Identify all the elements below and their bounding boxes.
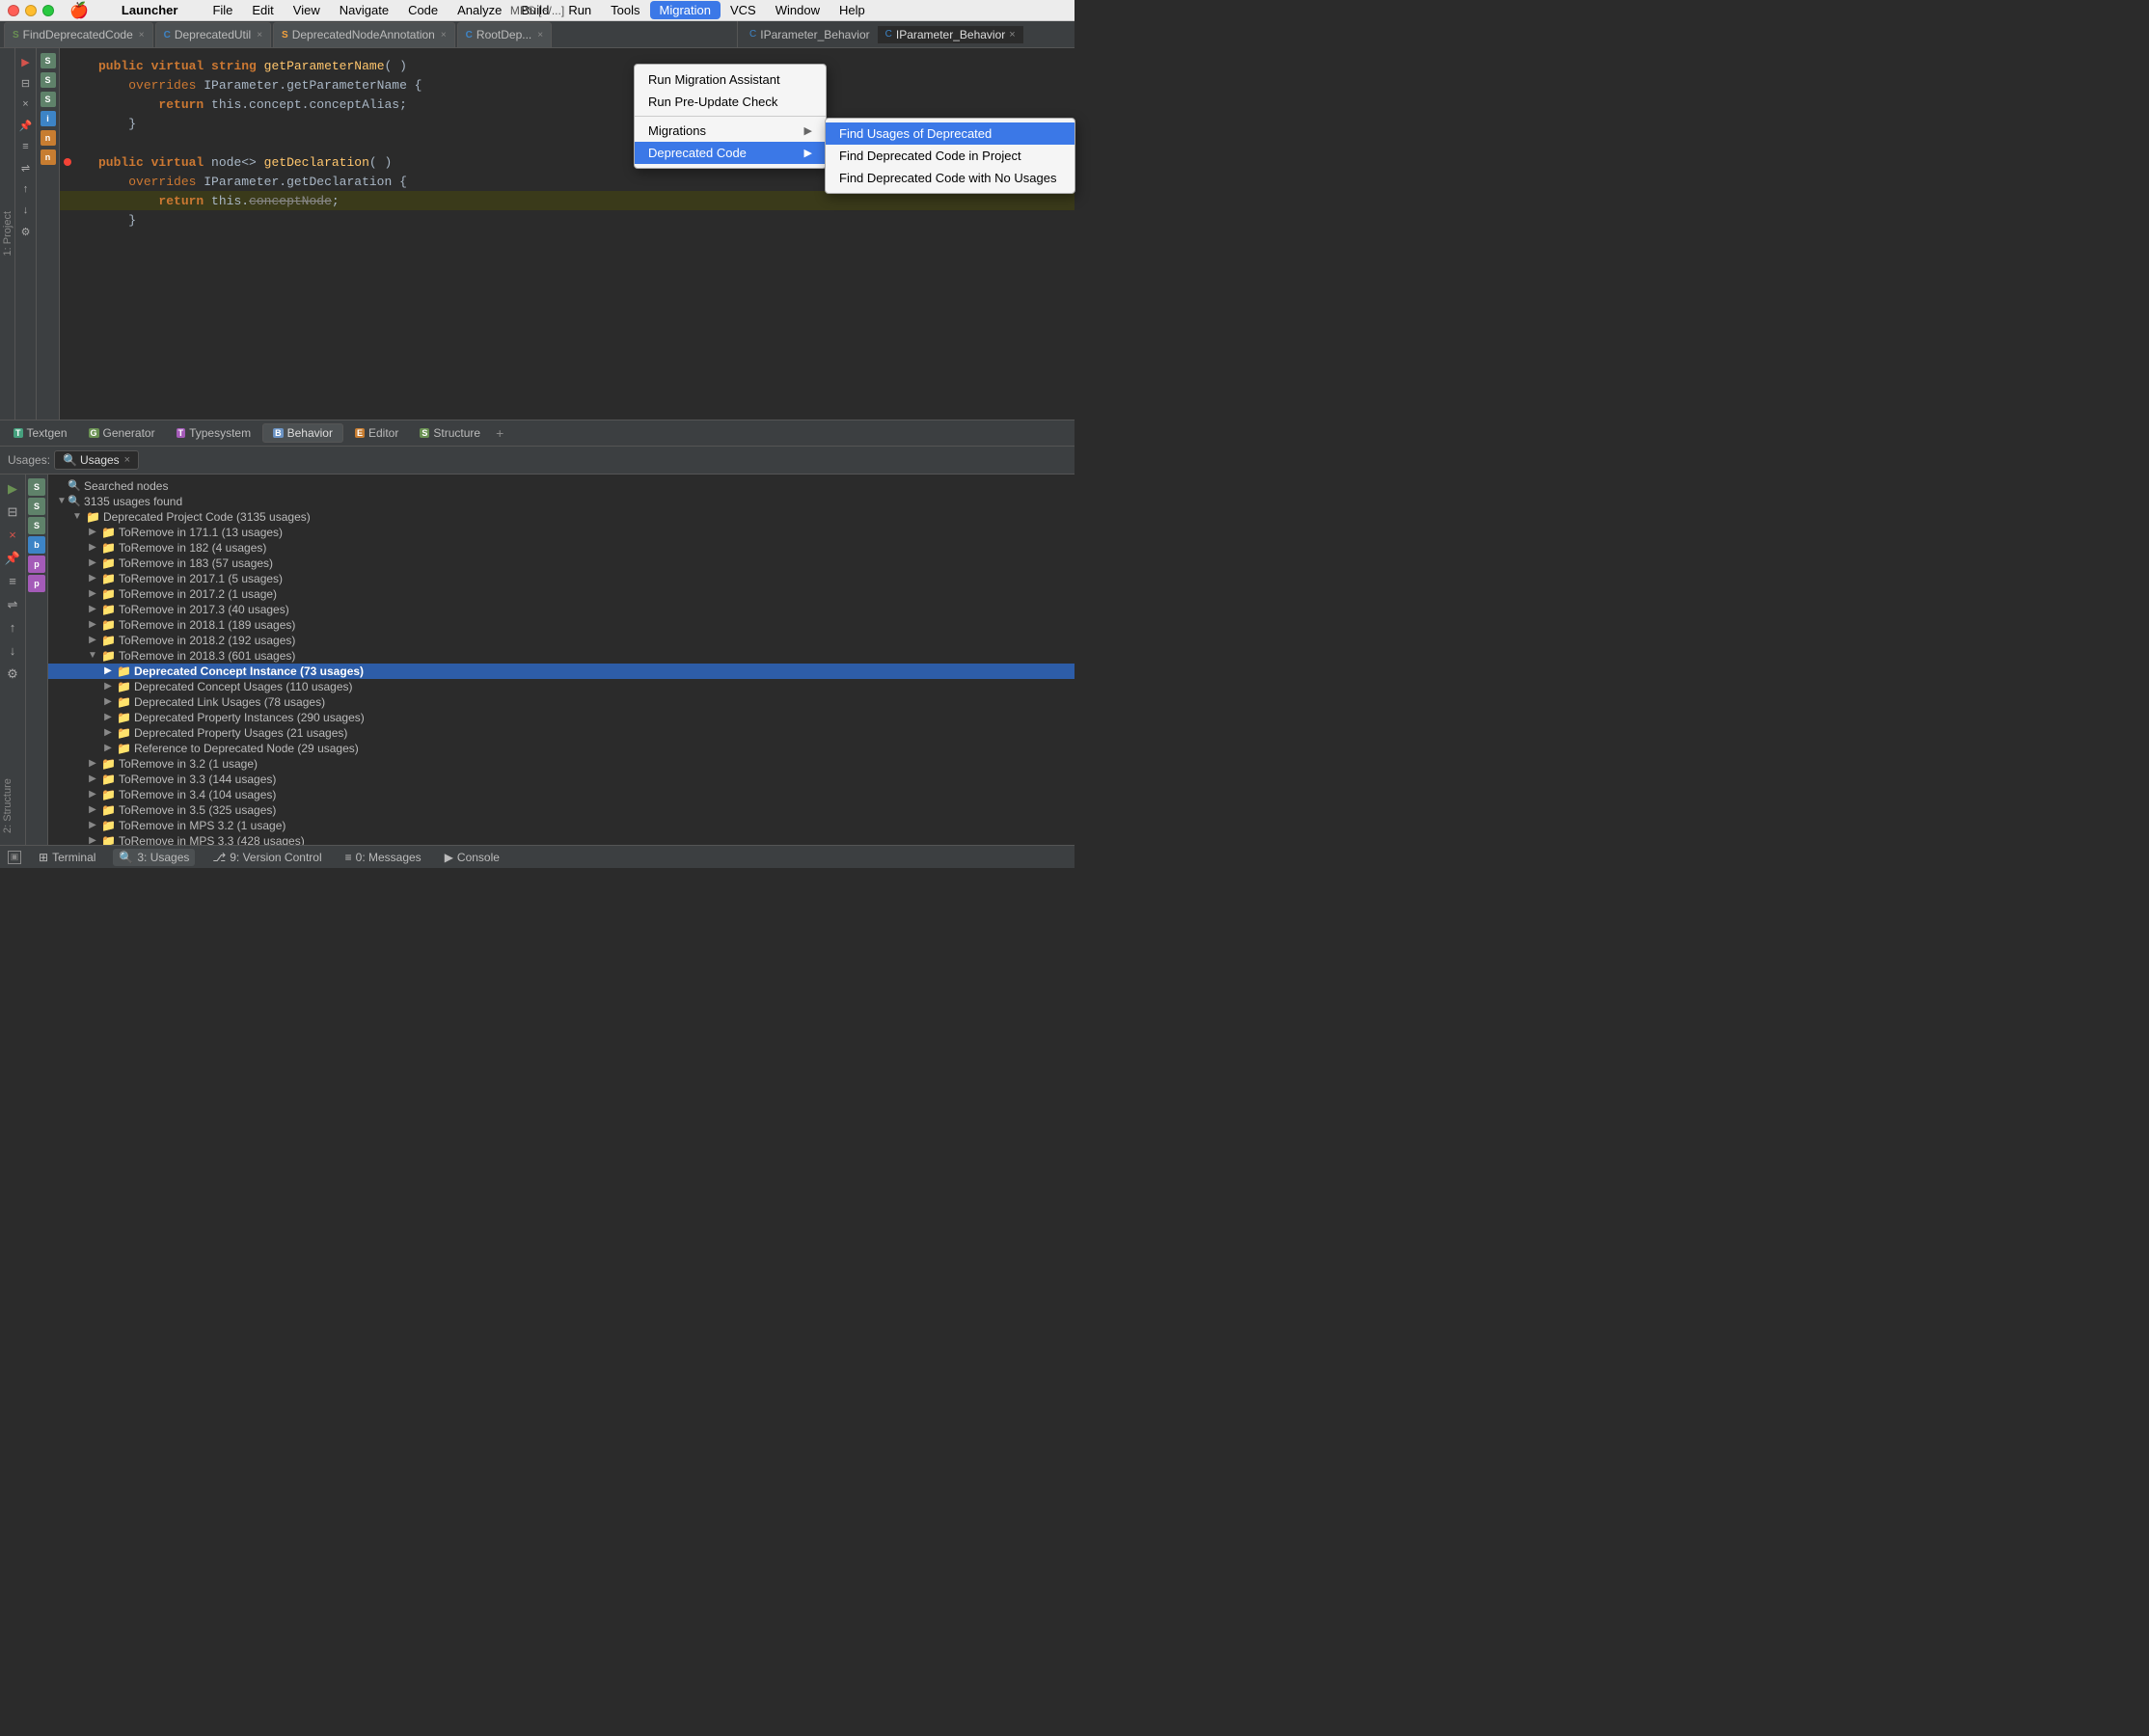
migration-menu-item-run-migration-assistant[interactable]: Run Migration Assistant: [635, 68, 826, 91]
deprecated-menu-item-find-usages-of-deprecated[interactable]: Find Usages of Deprecated: [826, 122, 1074, 145]
tab-close-icon[interactable]: ×: [139, 30, 145, 41]
submenu-arrow: ▶: [804, 124, 812, 137]
apple-menu[interactable]: 🍎: [69, 1, 89, 20]
ide-container: S FindDeprecatedCode ×C DeprecatedUtil ×…: [0, 21, 1074, 868]
menu-item-migration[interactable]: Migration: [650, 1, 721, 19]
menu-items: FileEditViewNavigateCodeAnalyzeBuildRunT…: [203, 1, 1067, 19]
migration-menu-item-run-pre-update-check[interactable]: Run Pre-Update Check: [635, 91, 826, 113]
menu-item-navigate[interactable]: Navigate: [330, 1, 398, 19]
menu-item-edit[interactable]: Edit: [242, 1, 283, 19]
menu-item-view[interactable]: View: [284, 1, 330, 19]
menu-item-run[interactable]: Run: [558, 1, 601, 19]
right-tab-iparameter[interactable]: C IParameter_Behavior: [742, 26, 878, 43]
maximize-button[interactable]: [42, 5, 54, 16]
menu-item-code[interactable]: Code: [398, 1, 448, 19]
dropdown-overlay: Run Migration AssistantRun Pre-Update Ch…: [0, 42, 1074, 868]
menu-bar: 🍎 Launcher FileEditViewNavigateCodeAnaly…: [0, 0, 1074, 21]
right-tab-iparameter-active[interactable]: C IParameter_Behavior ×: [878, 26, 1023, 43]
menu-item-help[interactable]: Help: [830, 1, 875, 19]
menu-item-file[interactable]: File: [203, 1, 242, 19]
minimize-button[interactable]: [25, 5, 37, 16]
deprecated-code-menu[interactable]: Find Usages of DeprecatedFind Deprecated…: [825, 118, 1075, 194]
close-button[interactable]: [8, 5, 19, 16]
window-title: MPS [~/...]: [510, 4, 564, 17]
menu-item-tools[interactable]: Tools: [601, 1, 649, 19]
menu-separator: [635, 116, 826, 117]
migration-menu[interactable]: Run Migration AssistantRun Pre-Update Ch…: [634, 64, 827, 169]
submenu-arrow: ▶: [804, 147, 812, 159]
menu-item-window[interactable]: Window: [766, 1, 830, 19]
deprecated-menu-item-find-deprecated-code-in-project[interactable]: Find Deprecated Code in Project: [826, 145, 1074, 167]
migration-menu-item-migrations[interactable]: Migrations▶: [635, 120, 826, 142]
tab-close-icon[interactable]: ×: [257, 30, 262, 41]
menu-item-vcs[interactable]: VCS: [721, 1, 766, 19]
migration-menu-item-deprecated-code[interactable]: Deprecated Code▶: [635, 142, 826, 164]
traffic-lights: [8, 5, 54, 16]
tab-close-icon[interactable]: ×: [537, 30, 543, 41]
app-name[interactable]: Launcher: [112, 1, 188, 19]
menu-item-analyze[interactable]: Analyze: [448, 1, 511, 19]
tab-close-icon[interactable]: ×: [441, 30, 447, 41]
deprecated-menu-item-find-deprecated-code-with-no-usages[interactable]: Find Deprecated Code with No Usages: [826, 167, 1074, 189]
